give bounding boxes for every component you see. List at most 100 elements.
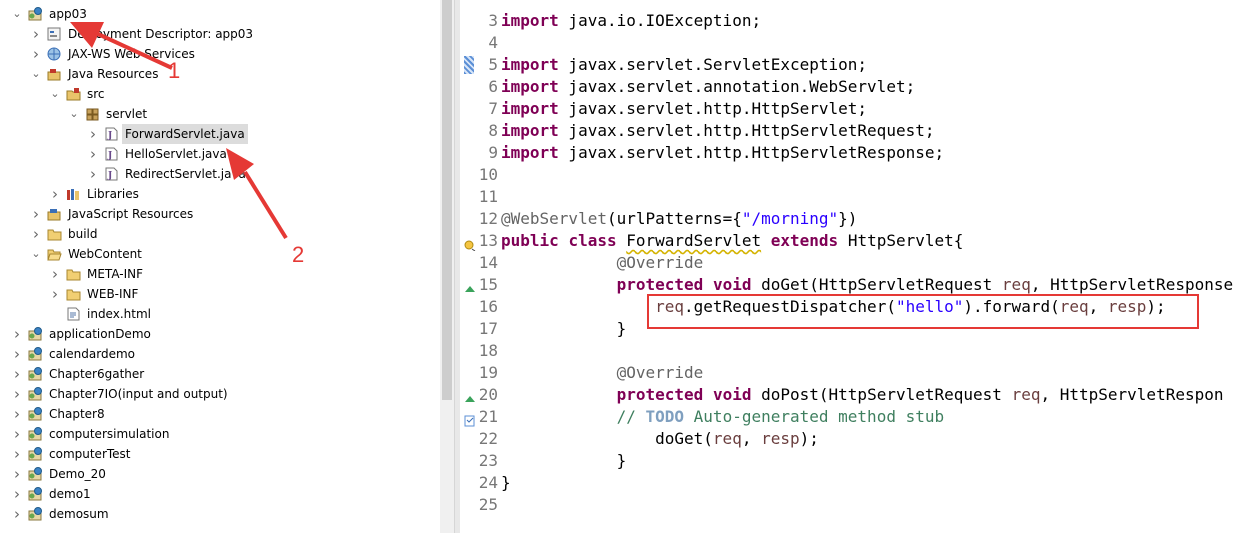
tree-item[interactable]: › demo1 <box>12 484 432 504</box>
code-line[interactable]: import javax.servlet.http.HttpServletReq… <box>501 120 934 142</box>
chevron-right-icon[interactable]: › <box>12 384 22 404</box>
code-token: TODO <box>645 407 685 426</box>
editor-gutter: 3 4 5 6 7 8 9 10 11 12 13 14 15 16 17 18 19 20 21 22 23 24 25 <box>460 0 502 533</box>
code-line[interactable]: } <box>501 450 627 472</box>
code-line[interactable]: // TODO Auto-generated method stub <box>501 406 945 428</box>
chevron-down-icon[interactable]: ⌄ <box>50 84 60 104</box>
chevron-right-icon[interactable]: › <box>88 164 98 184</box>
tree-item-label: Chapter8 <box>49 407 105 421</box>
chevron-right-icon[interactable]: › <box>12 344 22 364</box>
chevron-right-icon[interactable]: › <box>12 404 22 424</box>
tree-item[interactable]: ⌄ servlet <box>69 104 432 124</box>
tree-item-label: JavaScript Resources <box>68 207 194 221</box>
code-line[interactable]: @WebServlet(urlPatterns={"/morning"}) <box>501 208 857 230</box>
tree-item[interactable]: ⌄ app03 <box>12 4 432 24</box>
tree-item-label: demosum <box>49 507 109 521</box>
web-services-icon <box>47 47 62 61</box>
tree-item[interactable]: › WEB-INF <box>50 284 432 304</box>
tree-item-label: WebContent <box>68 247 142 261</box>
project-icon <box>28 427 43 441</box>
tree-item[interactable]: › JAX-WS Web Services <box>31 44 432 64</box>
tree-item[interactable]: ⌄ WebContent <box>31 244 432 264</box>
chevron-right-icon[interactable]: › <box>50 264 60 284</box>
tree-item-label: META-INF <box>87 267 144 281</box>
project-icon <box>28 367 43 381</box>
chevron-right-icon[interactable]: › <box>12 444 22 464</box>
javascript-resources-icon <box>47 207 62 221</box>
code-token: import <box>501 143 559 162</box>
tree-item[interactable]: index.html <box>50 304 432 324</box>
code-line[interactable]: import javax.servlet.http.HttpServlet; <box>501 98 867 120</box>
chevron-right-icon[interactable]: › <box>31 44 41 64</box>
chevron-right-icon[interactable]: › <box>12 484 22 504</box>
chevron-right-icon[interactable]: › <box>12 464 22 484</box>
project-icon <box>28 327 43 341</box>
project-icon <box>28 7 43 21</box>
tree-item[interactable]: › computersimulation <box>12 424 432 444</box>
tree-item[interactable]: › Chapter6gather <box>12 364 432 384</box>
tree-item[interactable]: › J RedirectServlet.java <box>88 164 432 184</box>
project-icon <box>28 487 43 501</box>
tree-item-label: ForwardServlet.java <box>122 124 248 144</box>
tree-item[interactable]: › Chapter8 <box>12 404 432 424</box>
chevron-right-icon[interactable]: › <box>50 284 60 304</box>
code-line[interactable]: } <box>501 318 627 340</box>
chevron-right-icon[interactable]: › <box>31 204 41 224</box>
tree-item[interactable]: › computerTest <box>12 444 432 464</box>
code-editor[interactable]: 3 4 5 6 7 8 9 10 11 12 13 14 15 16 17 18 19 20 21 22 23 24 25 … <box>460 0 1247 533</box>
tree-item[interactable]: › Chapter7IO(input and output) <box>12 384 432 404</box>
code-line[interactable]: } <box>501 472 511 494</box>
chevron-right-icon[interactable]: › <box>12 424 22 444</box>
chevron-down-icon[interactable]: ⌄ <box>12 4 22 24</box>
line-number: 10 <box>478 165 498 184</box>
line-number: 7 <box>488 99 498 118</box>
tree-item[interactable]: › demosum <box>12 504 432 524</box>
code-token: } <box>501 451 627 470</box>
code-token: javax.servlet.annotation.WebServlet; <box>558 77 916 96</box>
chevron-right-icon[interactable]: › <box>12 324 22 344</box>
code-line[interactable]: protected void doPost(HttpServletRequest… <box>501 384 1224 406</box>
code-token: protected <box>616 385 704 404</box>
code-token: } <box>501 473 511 492</box>
tree-item[interactable]: › J ForwardServlet.java <box>88 124 432 144</box>
tree-item-label: app03 <box>49 7 87 21</box>
project-explorer[interactable]: ⌄ app03 › Deployment Descriptor: app03 › JAX-… <box>0 0 440 533</box>
tree-item[interactable]: › calendardemo <box>12 344 432 364</box>
code-line[interactable]: import javax.servlet.ServletException; <box>501 54 867 76</box>
chevron-right-icon[interactable]: › <box>31 224 41 244</box>
chevron-right-icon[interactable]: › <box>88 124 98 144</box>
tree-item[interactable]: › JavaScript Resources <box>31 204 432 224</box>
tree-item[interactable]: › Libraries <box>50 184 432 204</box>
code-line[interactable]: @Override <box>501 362 704 384</box>
chevron-down-icon[interactable]: ⌄ <box>31 64 41 84</box>
code-line[interactable]: public class ForwardServlet extends Http… <box>501 230 963 252</box>
chevron-down-icon[interactable]: ⌄ <box>69 104 79 124</box>
libraries-icon <box>66 187 81 201</box>
tree-item[interactable]: › META-INF <box>50 264 432 284</box>
tree-item[interactable]: › Demo_20 <box>12 464 432 484</box>
explorer-scrollbar-thumb[interactable] <box>442 0 452 400</box>
tree-item[interactable]: ⌄ src <box>50 84 432 104</box>
tree-item-label: build <box>68 227 98 241</box>
tree-item-label: calendardemo <box>49 347 135 361</box>
chevron-right-icon[interactable]: › <box>12 364 22 384</box>
code-line[interactable]: import javax.servlet.http.HttpServletRes… <box>501 142 944 164</box>
tree-item[interactable]: › applicationDemo <box>12 324 432 344</box>
tree-item[interactable]: ⌄ Java Resources <box>31 64 432 84</box>
chevron-down-icon[interactable]: ⌄ <box>31 244 41 264</box>
chevron-right-icon[interactable]: › <box>88 144 98 164</box>
code-line[interactable]: doGet(req, resp); <box>501 428 819 450</box>
line-number: 9 <box>488 143 498 162</box>
tree-item[interactable]: › build <box>31 224 432 244</box>
code-line[interactable]: import javax.servlet.annotation.WebServl… <box>501 76 915 98</box>
tree-item[interactable]: › Deployment Descriptor: app03 <box>31 24 432 44</box>
chevron-right-icon[interactable]: › <box>31 24 41 44</box>
code-line[interactable]: @Override <box>501 252 704 274</box>
code-line[interactable]: import java.io.IOException; <box>501 10 761 32</box>
code-token: @WebServlet <box>501 209 607 228</box>
code-line[interactable]: protected void doGet(HttpServletRequest … <box>501 274 1234 296</box>
chevron-right-icon[interactable]: › <box>12 504 22 524</box>
tree-item[interactable]: › J HelloServlet.java <box>88 144 432 164</box>
chevron-right-icon[interactable]: › <box>50 184 60 204</box>
